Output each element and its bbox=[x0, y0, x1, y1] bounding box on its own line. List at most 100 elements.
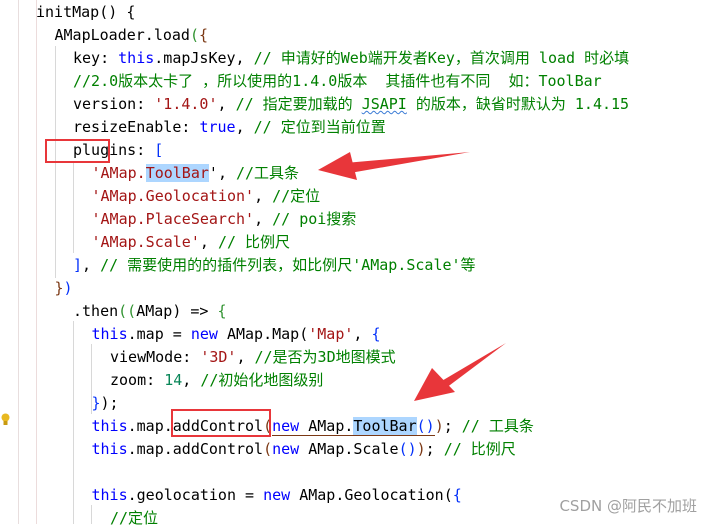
arrow-icon bbox=[414, 343, 506, 401]
code-token: , bbox=[217, 95, 236, 113]
code-token: AMap. bbox=[308, 417, 354, 436]
code-token: resizeEnable: bbox=[73, 118, 200, 136]
code-token: [ bbox=[154, 141, 164, 159]
code-token: ) bbox=[434, 417, 444, 435]
indent-guide bbox=[73, 161, 74, 253]
code-line[interactable]: viewMode: '3D', //是否为3D地图模式 bbox=[110, 346, 396, 369]
code-token: ] bbox=[73, 256, 83, 274]
code-token: ) bbox=[416, 440, 426, 458]
code-token: this bbox=[91, 325, 128, 343]
code-token: ( bbox=[299, 325, 309, 343]
code-token: new bbox=[263, 486, 300, 504]
code-token: , bbox=[217, 164, 236, 182]
code-token: { bbox=[126, 3, 136, 21]
code-line[interactable]: initMap() { bbox=[36, 1, 135, 24]
code-line[interactable]: zoom: 14, //初始化地图级别 bbox=[110, 369, 323, 392]
code-token: // 申请好的Web端开发者Key，首次调用 load 时必填 bbox=[253, 49, 630, 67]
indent-guide bbox=[18, 0, 19, 524]
annotation-box-plugins bbox=[45, 139, 110, 163]
code-line[interactable]: this.map = new AMap.Map('Map', { bbox=[92, 323, 381, 346]
code-token: new bbox=[272, 417, 309, 436]
code-token: //定位 bbox=[110, 509, 159, 527]
code-token: true bbox=[199, 118, 236, 136]
code-token: // 定位到当前位置 bbox=[253, 118, 386, 136]
code-token: this bbox=[91, 440, 128, 458]
code-token: .mapJsKey, bbox=[154, 49, 254, 67]
code-line[interactable]: ], // 需要使用的的插件列表，如比例尺'AMap.Scale'等 bbox=[73, 254, 476, 277]
code-line[interactable]: 'AMap.PlaceSearch', // poi搜索 bbox=[92, 208, 357, 231]
indent-guide bbox=[91, 505, 92, 524]
annotation-box-addcontrol bbox=[171, 409, 271, 437]
code-token: ( bbox=[443, 486, 453, 504]
code-token: AMap.Geolocation bbox=[299, 486, 444, 504]
code-token: () bbox=[416, 417, 435, 436]
code-token: .then bbox=[73, 302, 119, 320]
code-token: '1.4.0' bbox=[154, 95, 218, 113]
code-token: ; bbox=[443, 417, 462, 435]
code-token: zoom: bbox=[110, 371, 165, 389]
code-line[interactable]: this.map.addControl(new AMap.ToolBar());… bbox=[92, 415, 534, 438]
code-token: 14 bbox=[164, 371, 183, 389]
code-token: .map = bbox=[127, 325, 191, 343]
code-line[interactable]: key: this.mapJsKey, // 申请好的Web端开发者Key，首次… bbox=[73, 47, 629, 70]
code-token: { bbox=[199, 26, 209, 44]
code-line[interactable]: 'AMap.Scale', // 比例尺 bbox=[92, 231, 291, 254]
code-token: this bbox=[118, 49, 155, 67]
code-token: key: bbox=[73, 49, 119, 67]
code-token: // 工具条 bbox=[461, 417, 534, 435]
code-token: , bbox=[82, 256, 101, 274]
code-token: new bbox=[190, 325, 227, 343]
code-token: ; bbox=[425, 440, 444, 458]
code-token: , bbox=[182, 371, 201, 389]
code-token: { bbox=[371, 325, 381, 343]
code-line[interactable]: 'AMap.ToolBar', //工具条 bbox=[91, 162, 300, 185]
code-token: ' bbox=[208, 164, 218, 182]
code-token: (( bbox=[118, 302, 137, 320]
code-token: 'Map' bbox=[308, 325, 354, 343]
code-line[interactable]: resizeEnable: true, // 定位到当前位置 bbox=[73, 116, 386, 139]
code-token: , bbox=[254, 187, 273, 205]
code-line[interactable]: .then((AMap) => { bbox=[73, 300, 227, 323]
lightbulb-icon[interactable] bbox=[1, 413, 10, 426]
code-line[interactable]: //2.0版本太卡了 ，所以使用的1.4.0版本 其插件也有不同 如：ToolB… bbox=[73, 70, 602, 93]
code-token: ) bbox=[172, 302, 191, 320]
code-token: { bbox=[217, 302, 227, 320]
code-token: //工具条 bbox=[236, 164, 300, 182]
code-token: ) bbox=[63, 279, 73, 297]
code-token: , bbox=[235, 118, 254, 136]
code-line[interactable]: version: '1.4.0', // 指定要加载的 JSAPI 的版本，缺省… bbox=[73, 93, 629, 116]
code-line[interactable]: this.geolocation = new AMap.Geolocation(… bbox=[92, 484, 462, 507]
code-token: 'AMap. bbox=[91, 164, 146, 182]
code-token: // 比例尺 bbox=[443, 440, 516, 458]
code-line[interactable]: }) bbox=[55, 277, 73, 300]
code-token: .map.addControl bbox=[127, 440, 264, 458]
code-token: initMap() bbox=[36, 3, 127, 21]
code-line[interactable]: this.map.addControl(new AMap.Scale()); /… bbox=[92, 438, 516, 461]
code-token: ToolBar bbox=[353, 417, 417, 436]
code-token: } bbox=[91, 394, 101, 412]
code-token: new bbox=[272, 440, 309, 458]
code-token: { bbox=[452, 486, 462, 504]
code-token: this bbox=[91, 417, 128, 435]
code-token: } bbox=[54, 279, 64, 297]
code-token: // poi搜索 bbox=[272, 210, 357, 228]
code-token: , bbox=[353, 325, 372, 343]
code-token: // 指定要加载的 bbox=[235, 95, 362, 113]
code-token: AMap.Map bbox=[226, 325, 300, 343]
code-token: ( bbox=[263, 440, 273, 458]
watermark: CSDN @阿民不加班 bbox=[559, 497, 697, 515]
code-token: viewMode: bbox=[110, 348, 201, 366]
code-line[interactable]: 'AMap.Geolocation', //定位 bbox=[92, 185, 321, 208]
code-token: ); bbox=[100, 394, 119, 412]
code-editor[interactable]: initMap() {AMapLoader.load({key: this.ma… bbox=[0, 0, 711, 527]
code-token: JSAPI bbox=[361, 95, 407, 113]
code-token: // 需要使用的的插件列表，如比例尺'AMap.Scale'等 bbox=[100, 256, 476, 274]
arrow-icon bbox=[318, 152, 470, 180]
code-line[interactable]: }); bbox=[92, 392, 119, 415]
code-token: 'AMap.PlaceSearch' bbox=[91, 210, 255, 228]
code-token: // 比例尺 bbox=[217, 233, 291, 251]
code-token: //定位 bbox=[272, 187, 321, 205]
code-token: , bbox=[254, 210, 273, 228]
code-line[interactable]: AMapLoader.load({ bbox=[55, 24, 209, 47]
code-line[interactable]: //定位 bbox=[110, 507, 158, 530]
